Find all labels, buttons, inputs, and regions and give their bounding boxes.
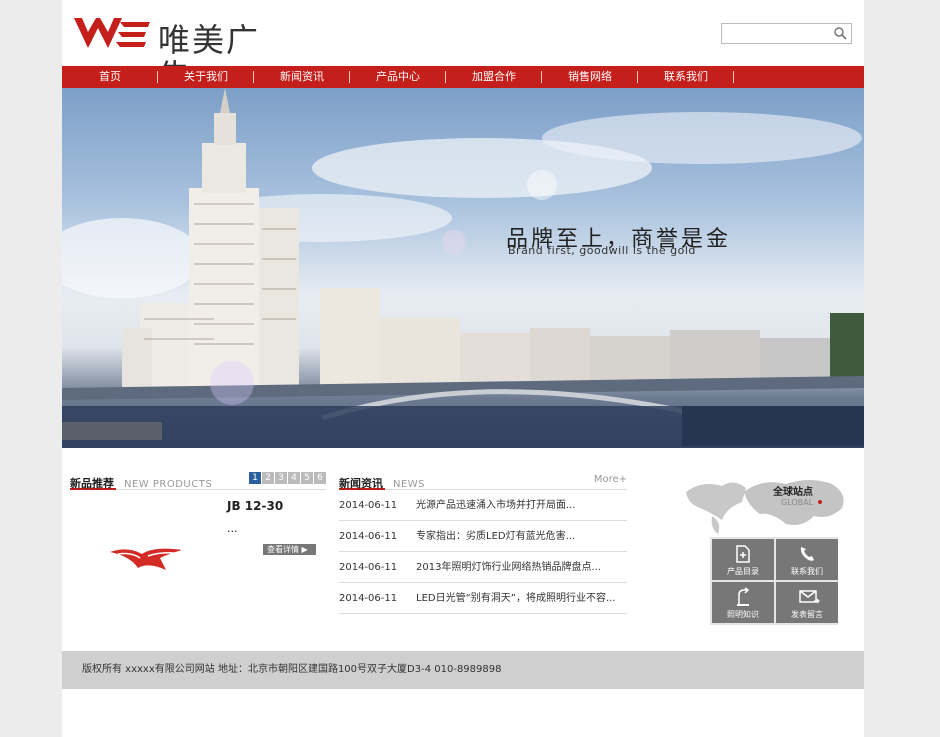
news-date: 2014-06-11 <box>339 531 398 542</box>
news-more-link[interactable]: More+ <box>594 474 627 485</box>
nav-item-about[interactable]: 关于我们 <box>158 66 254 88</box>
products-pager: 1 2 3 4 5 6 <box>249 472 326 484</box>
quick-link-label: 产品目录 <box>727 567 759 576</box>
quick-link-knowledge[interactable]: 照明知识 <box>712 582 774 623</box>
hero-banner[interactable]: 品牌至上，商誉是金 Brand first, goodwill is the g… <box>62 88 864 448</box>
nav-item-franchise[interactable]: 加盟合作 <box>446 66 542 88</box>
main-nav: 首页 关于我们 新闻资讯 产品中心 加盟合作 销售网络 联系我们 <box>62 66 864 88</box>
news-date: 2014-06-11 <box>339 593 398 604</box>
city-skyline-image <box>62 88 864 448</box>
search-box <box>721 23 852 46</box>
news-item[interactable]: 2014-06-11 专家指出：劣质LED灯有蓝光危害... <box>339 521 627 552</box>
pager-page-4[interactable]: 4 <box>288 472 300 484</box>
products-title-wrap: 新品推荐 <box>70 472 116 490</box>
news-item[interactable]: 2014-06-11 光源产品迅速涌入市场并打开局面... <box>339 490 627 521</box>
search-input[interactable] <box>722 26 830 46</box>
news-title-link[interactable]: 专家指出：劣质LED灯有蓝光危害... <box>416 521 627 551</box>
nav-item-home[interactable]: 首页 <box>62 66 158 88</box>
footer-copyright: 版权所有 xxxxx有限公司网站 地址：北京市朝阳区建国路100号双子大厦D3-… <box>82 664 502 675</box>
quick-link-message[interactable]: 发表留言 <box>776 582 838 623</box>
phone-icon <box>800 547 814 561</box>
quick-link-label: 发表留言 <box>791 610 823 619</box>
world-map-icon <box>686 480 844 534</box>
news-date: 2014-06-11 <box>339 562 398 573</box>
news-title-link[interactable]: 光源产品迅速涌入市场并打开局面... <box>416 490 627 520</box>
quick-link-contact[interactable]: 联系我们 <box>776 539 838 580</box>
global-sites[interactable]: 全球站点 GLOBAL <box>682 472 852 537</box>
news-section: 新闻资讯 NEWS More+ 2014-06-11 光源产品迅速涌入市场并打开局… <box>339 472 627 622</box>
news-header: 新闻资讯 NEWS More+ <box>339 472 627 490</box>
news-title: 新闻资讯 <box>339 477 383 490</box>
news-title-wrap: 新闻资讯 <box>339 472 385 490</box>
products-title: 新品推荐 <box>70 477 114 490</box>
news-title-link[interactable]: LED日光管“别有洞天”，将成照明行业不容... <box>416 583 627 613</box>
pager-page-2[interactable]: 2 <box>262 472 274 484</box>
news-date: 2014-06-11 <box>339 500 398 511</box>
mail-icon <box>799 590 820 604</box>
nav-item-sales-network[interactable]: 销售网络 <box>542 66 638 88</box>
new-products-section: 新品推荐 NEW PRODUCTS 1 2 3 4 5 6 JB 12-30 .… <box>70 472 326 592</box>
quick-link-label: 联系我们 <box>791 567 823 576</box>
page: 唯美广告 首页 关于我们 新闻资讯 产品中心 加盟合作 销售网络 联系我们 <box>62 0 864 737</box>
product-brand-logo[interactable] <box>108 544 184 574</box>
global-title: 全球站点 <box>773 487 813 498</box>
products-header: 新品推荐 NEW PRODUCTS 1 2 3 4 5 6 <box>70 472 326 490</box>
news-subtitle: NEWS <box>393 479 426 490</box>
nav-item-products[interactable]: 产品中心 <box>350 66 446 88</box>
pager-page-6[interactable]: 6 <box>314 472 326 484</box>
logo-mark-icon <box>74 18 150 48</box>
banner-tagline-en: Brand first, goodwill is the gold <box>508 244 696 257</box>
news-item[interactable]: 2014-06-11 2013年照明灯饰行业网络热销品牌盘点... <box>339 552 627 583</box>
global-subtitle: GLOBAL <box>781 498 814 507</box>
view-details-button[interactable]: 查看详情 ▶ <box>263 544 316 555</box>
logo[interactable]: 唯美广告 <box>72 14 292 94</box>
pager-page-3[interactable]: 3 <box>275 472 287 484</box>
news-item[interactable]: 2014-06-11 LED日光管“别有洞天”，将成照明行业不容... <box>339 583 627 614</box>
products-subtitle: NEW PRODUCTS <box>124 479 213 490</box>
pager-page-1[interactable]: 1 <box>249 472 261 484</box>
knowledge-icon <box>737 587 750 606</box>
quick-link-catalog[interactable]: 产品目录 <box>712 539 774 580</box>
pager-page-5[interactable]: 5 <box>301 472 313 484</box>
product-name[interactable]: JB 12-30 <box>227 499 283 513</box>
quick-link-label: 照明知识 <box>727 610 759 619</box>
quick-links: 产品目录 联系我们 照明知识 发表留言 <box>710 537 838 625</box>
news-title-link[interactable]: 2013年照明灯饰行业网络热销品牌盘点... <box>416 552 627 582</box>
nav-item-news[interactable]: 新闻资讯 <box>254 66 350 88</box>
search-icon[interactable] <box>833 26 848 41</box>
news-list: 2014-06-11 光源产品迅速涌入市场并打开局面... 2014-06-11 专… <box>339 490 627 614</box>
footer: 版权所有 xxxxx有限公司网站 地址：北京市朝阳区建国路100号双子大厦D3-… <box>62 651 864 689</box>
catalog-icon <box>736 545 750 563</box>
nav-item-contact[interactable]: 联系我们 <box>638 66 734 88</box>
product-desc: ... <box>227 522 238 535</box>
